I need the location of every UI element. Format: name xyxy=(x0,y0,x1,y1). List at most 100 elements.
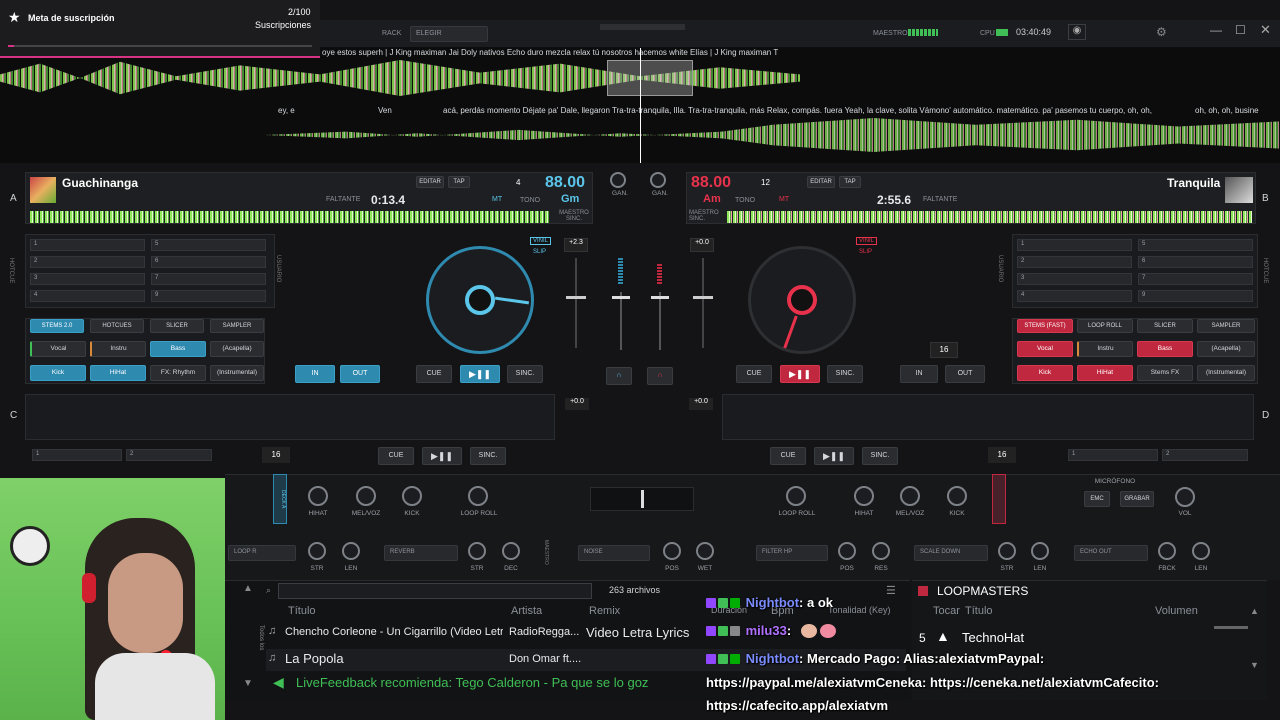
search-input[interactable] xyxy=(278,583,592,599)
deck-b-loop-size[interactable]: 16 xyxy=(930,342,958,358)
deck-b-tab-stems[interactable]: STEMS (FAST) xyxy=(1017,319,1073,333)
rack-select[interactable]: ELEGIR xyxy=(410,26,488,42)
deck-c-cue-button[interactable]: CUE xyxy=(378,447,414,465)
fx-knob-str-b[interactable] xyxy=(998,542,1016,560)
fx-knob-loop-roll-a[interactable] xyxy=(468,486,488,506)
deck-b-stem-hihat[interactable]: HiHat xyxy=(1077,365,1133,381)
maximize-icon[interactable]: ☐ xyxy=(1235,23,1246,37)
deck-b-cue-button[interactable]: CUE xyxy=(736,365,772,383)
fx-knob-kick-a[interactable] xyxy=(402,486,422,506)
deck-a-mt[interactable]: MT xyxy=(492,196,502,203)
deck-b-master-sync[interactable]: MAESTRO SINC. xyxy=(689,210,725,222)
deck-b-stem-acapella[interactable]: (Acapella) xyxy=(1197,341,1255,357)
headphone-a-icon[interactable]: ∩ xyxy=(606,367,632,385)
deck-d-sync-button[interactable]: SINC. xyxy=(862,447,898,465)
fx-knob-melvoz-b[interactable] xyxy=(900,486,920,506)
deck-b-slip[interactable]: SLIP xyxy=(859,249,872,255)
fx-knob-melvoz-a[interactable] xyxy=(356,486,376,506)
mic-emc-button[interactable]: EMC xyxy=(1084,491,1110,507)
deck-a-stem-vocal[interactable]: Vocal xyxy=(30,341,86,357)
deck-b-vinyl[interactable]: VINIL xyxy=(856,237,878,245)
fx-knob-pos[interactable] xyxy=(663,542,681,560)
fx-knob-hihat-a[interactable] xyxy=(308,486,328,506)
deck-a-tap-button[interactable]: TAP xyxy=(448,176,470,188)
deck-a-pad[interactable]: 9 xyxy=(151,290,266,302)
deck-c-play-button[interactable]: ▶❚❚ xyxy=(422,447,462,465)
fx-knob-len-c[interactable] xyxy=(1192,542,1210,560)
deck-a-sync-button[interactable]: SINC. xyxy=(507,365,543,383)
fx-knob-len-b[interactable] xyxy=(1031,542,1049,560)
fx-select-filter-hp[interactable]: FILTER HP xyxy=(756,545,828,561)
deck-a-vinyl[interactable]: VINIL xyxy=(530,237,552,245)
col-artist[interactable]: Artista xyxy=(511,605,542,617)
deck-a-stem-kick[interactable]: Kick xyxy=(30,365,86,381)
deck-d-cue-button[interactable]: CUE xyxy=(770,447,806,465)
deck-b-tap-button[interactable]: TAP xyxy=(839,176,861,188)
deck-d-pad[interactable]: 1 xyxy=(1068,449,1158,461)
deck-b-stem-vocal[interactable]: Vocal xyxy=(1017,341,1073,357)
fx-knob-hihat-b[interactable] xyxy=(854,486,874,506)
fx-knob-dec[interactable] xyxy=(502,542,520,560)
fx-knob-pos-b[interactable] xyxy=(838,542,856,560)
deck-b-stem-instrumental[interactable]: (Instrumental) xyxy=(1197,365,1255,381)
fx-knob-str-2[interactable] xyxy=(468,542,486,560)
deck-b-loop-out[interactable]: OUT xyxy=(945,365,985,383)
deck-d-area[interactable] xyxy=(722,394,1254,440)
deck-d-pad[interactable]: 2 xyxy=(1162,449,1248,461)
deck-a-stem-bass[interactable]: Bass xyxy=(150,341,206,357)
deck-a-stem-hihat[interactable]: HiHat xyxy=(90,365,146,381)
deck-b-stem-bass[interactable]: Bass xyxy=(1137,341,1193,357)
deck-c-loop-size[interactable]: 16 xyxy=(262,447,290,463)
fx-select-reverb[interactable]: REVERB xyxy=(384,545,458,561)
headphone-b-icon[interactable]: ∩ xyxy=(647,367,673,385)
record-icon[interactable]: ◉ xyxy=(1068,24,1086,40)
deck-a-stem-instrumental[interactable]: (Instrumental) xyxy=(210,365,264,381)
deck-c-area[interactable] xyxy=(25,394,555,440)
deck-b-stem-instru[interactable]: Instru xyxy=(1077,341,1133,357)
mic-volume-knob[interactable] xyxy=(1175,487,1195,507)
crossfader-handle[interactable] xyxy=(641,490,644,508)
deck-b-pad[interactable]: 3 xyxy=(1017,273,1132,285)
fx-select-scale-down[interactable]: SCALE DOWN xyxy=(914,545,988,561)
deck-b-play-button[interactable]: ▶❚❚ xyxy=(780,365,820,383)
mixer-fader-a[interactable] xyxy=(620,292,622,350)
fx-knob-wet[interactable] xyxy=(696,542,714,560)
deck-a-pitch-handle[interactable] xyxy=(566,296,586,299)
deck-d-loop-size[interactable]: 16 xyxy=(988,447,1016,463)
browser-sidebar-tab[interactable]: Todos los xyxy=(258,625,264,650)
mixer-gain-b-knob[interactable] xyxy=(650,172,666,188)
fx-knob-res[interactable] xyxy=(872,542,890,560)
deck-a-master-sync[interactable]: MAESTRO SINC. xyxy=(556,210,592,222)
deck-a-tab-sampler[interactable]: SAMPLER xyxy=(210,319,264,333)
fx-knob-kick-b[interactable] xyxy=(947,486,967,506)
deck-a-pitch-slider[interactable] xyxy=(575,258,577,348)
deck-b-pad[interactable]: 6 xyxy=(1138,256,1253,268)
fx-select-echo-out[interactable]: ECHO OUT xyxy=(1074,545,1148,561)
deck-c-sync-button[interactable]: SINC. xyxy=(470,447,506,465)
deck-b-stem-kick[interactable]: Kick xyxy=(1017,365,1073,381)
deck-c-pad[interactable]: 2 xyxy=(126,449,212,461)
fx-knob-fbck[interactable] xyxy=(1158,542,1176,560)
minimize-icon[interactable]: — xyxy=(1210,23,1222,37)
deck-a-tab-slicer[interactable]: SLICER xyxy=(150,319,204,333)
deck-b-loop-in[interactable]: IN xyxy=(900,365,938,383)
deck-c-pad[interactable]: 1 xyxy=(32,449,122,461)
deck-a-tab-hotcues[interactable]: HOTCUES xyxy=(90,319,144,333)
deck-b-tab-sampler[interactable]: SAMPLER xyxy=(1197,319,1255,333)
deck-b-pitch-handle[interactable] xyxy=(693,296,713,299)
close-icon[interactable]: ✕ xyxy=(1260,22,1271,38)
deck-d-play-button[interactable]: ▶❚❚ xyxy=(814,447,854,465)
deck-a-stem-instru[interactable]: Instru xyxy=(90,341,146,357)
deck-a-pad[interactable]: 4 xyxy=(30,290,145,302)
fx-knob-str-1[interactable] xyxy=(308,542,326,560)
fx-knob-loop-roll-b[interactable] xyxy=(786,486,806,506)
deck-a-tab-stems[interactable]: STEMS 2.0 xyxy=(30,319,84,333)
deck-a-stem-acapella[interactable]: (Acapella) xyxy=(210,341,264,357)
deck-a-pad[interactable]: 1 xyxy=(30,239,145,251)
deck-a-pad[interactable]: 2 xyxy=(30,256,145,268)
deck-a-pad[interactable]: 7 xyxy=(151,273,266,285)
fx-knob-len-1[interactable] xyxy=(342,542,360,560)
waveform-area[interactable]: oye estos superh | J King maximan Jai Do… xyxy=(0,48,1280,163)
col-remix[interactable]: Remix xyxy=(589,605,620,617)
deck-b-pitch-slider[interactable] xyxy=(702,258,704,348)
